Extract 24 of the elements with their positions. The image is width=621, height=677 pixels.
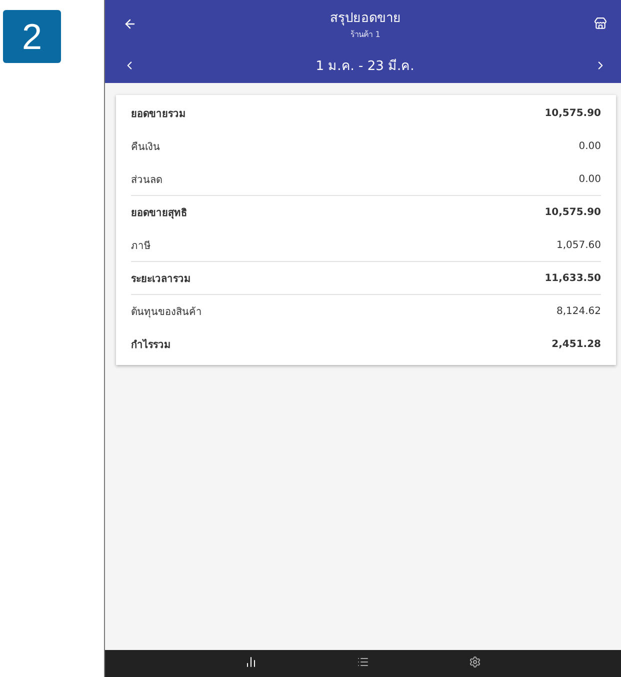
row-value: 11,633.50: [544, 272, 601, 284]
row-value: 1,057.60: [556, 240, 601, 250]
store-icon[interactable]: [594, 17, 607, 30]
screen-title: สรุปยอดขาย: [330, 10, 401, 28]
bar-chart-icon[interactable]: [245, 656, 257, 668]
row-label: ยอดขายสุทธิ: [131, 206, 187, 220]
step-number-badge: 2: [3, 10, 61, 63]
row-label: ภาษี: [131, 240, 151, 252]
row-label: ต้นทุนของสินค้า: [131, 306, 202, 318]
settings-icon[interactable]: [469, 656, 481, 668]
store-name: ร้านค้า 1: [350, 28, 380, 40]
row-label: ยอดขายรวม: [131, 108, 186, 120]
row-label: กำไรรวม: [131, 338, 171, 352]
row-value: 10,575.90: [544, 206, 601, 218]
row-value: 10,575.90: [544, 108, 601, 118]
row-value: 2,451.28: [552, 338, 601, 350]
row-label: คืนเงิน: [131, 140, 160, 154]
row-label: ส่วนลด: [131, 174, 162, 186]
date-range: 1 ม.ค. - 23 มี.ค.: [316, 58, 414, 76]
row-value: 0.00: [578, 140, 601, 152]
row-label: ระยะเวลารวม: [131, 272, 191, 286]
row-value: 0.00: [578, 174, 601, 184]
back-button[interactable]: [123, 16, 137, 30]
row-value: 8,124.62: [556, 306, 601, 316]
